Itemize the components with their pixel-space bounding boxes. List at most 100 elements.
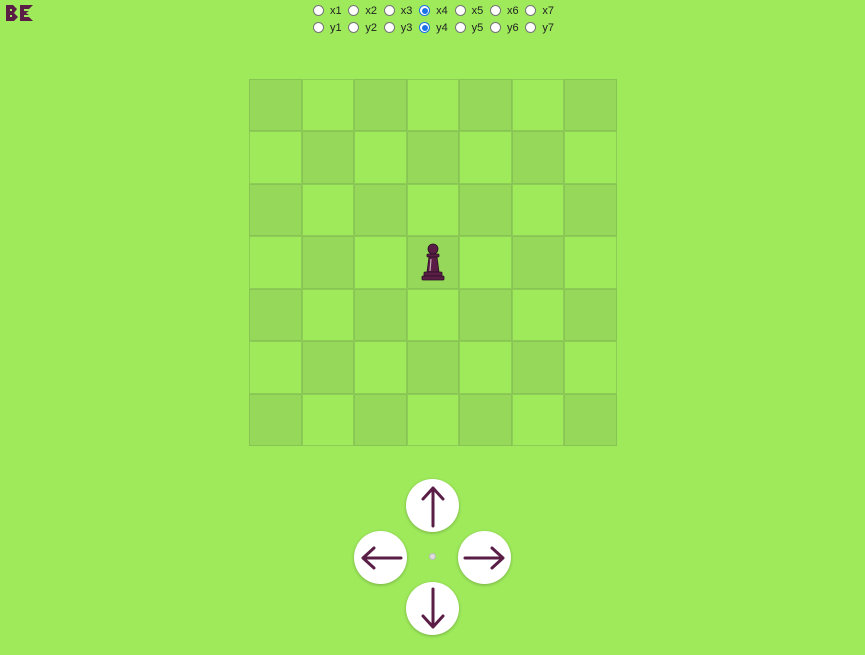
board-square-r3-c1 — [249, 183, 302, 237]
x-option-5[interactable]: x5 — [454, 4, 490, 17]
y-radio-label: y5 — [471, 21, 484, 34]
board-square-r4-c7 — [564, 236, 617, 289]
y-radio-7[interactable] — [525, 22, 537, 33]
arrow-left-icon — [361, 546, 402, 569]
board-square-r7-c5 — [459, 393, 512, 446]
board-square-r5-c2 — [301, 288, 355, 342]
y-radio-4[interactable] — [419, 22, 431, 33]
x-radio-label: x2 — [365, 4, 378, 17]
x-radio-3[interactable] — [383, 5, 395, 16]
board-square-r5-c3 — [354, 288, 407, 342]
y-radio-group: y1 y2 y3 y4 y5 y6 y7 — [313, 19, 561, 36]
x-radio-label: x1 — [330, 4, 342, 17]
board-square-r5-c1 — [249, 288, 302, 342]
board-square-r6-c5 — [459, 341, 512, 394]
board-square-r4-c1 — [249, 236, 302, 289]
board-square-r4-c6 — [511, 236, 565, 289]
y-option-2[interactable]: y2 — [348, 22, 383, 34]
board-square-r3-c5 — [459, 183, 512, 237]
board-square-r7-c2 — [301, 393, 355, 446]
board-square-r3-c2 — [301, 183, 355, 237]
y-radio-3[interactable] — [383, 22, 395, 33]
x-radio-6[interactable] — [489, 5, 501, 16]
board-square-r6-c1 — [249, 341, 302, 394]
x-radio-label: x5 — [471, 4, 484, 17]
board-square-r6-c6 — [511, 341, 565, 394]
board-square-r4-c4 — [406, 236, 460, 289]
y-option-7[interactable]: y7 — [525, 22, 560, 34]
board-square-r7-c4 — [406, 393, 460, 446]
x-radio-5[interactable] — [454, 5, 466, 16]
board-square-r2-c3 — [354, 131, 407, 184]
board-square-r1-c3 — [354, 79, 407, 132]
board-square-r4-c5 — [459, 236, 512, 289]
y-radio-label: y1 — [330, 21, 342, 34]
y-radio-label: y4 — [436, 21, 448, 34]
board-square-r7-c3 — [354, 393, 407, 446]
board-square-r1-c4 — [406, 79, 460, 132]
y-option-5[interactable]: y5 — [454, 21, 490, 34]
y-option-6[interactable]: y6 — [489, 21, 525, 34]
board-square-r3-c4 — [406, 183, 460, 237]
board-square-r2-c1 — [249, 131, 302, 184]
board-square-r4-c2 — [301, 236, 355, 289]
board-square-r6-c3 — [354, 341, 407, 394]
x-radio-1[interactable] — [313, 5, 324, 16]
board-square-r2-c7 — [564, 131, 617, 184]
pawn-icon — [421, 244, 445, 281]
x-radio-group: x1 x2 x3 x4 x5 x6 x7 — [313, 2, 561, 19]
board-square-r1-c7 — [564, 79, 617, 132]
move-left-button[interactable] — [354, 531, 407, 584]
board-square-r5-c4 — [406, 288, 460, 342]
y-option-1[interactable]: y1 — [313, 22, 348, 34]
y-radio-5[interactable] — [454, 22, 466, 33]
x-option-3[interactable]: x3 — [383, 4, 419, 17]
board-square-r5-c5 — [459, 288, 512, 342]
board-square-r6-c2 — [301, 341, 355, 394]
x-radio-4[interactable] — [419, 5, 431, 16]
arrow-down-icon — [421, 587, 444, 628]
x-radio-2[interactable] — [348, 5, 360, 16]
board-square-r6-c4 — [406, 341, 460, 394]
move-right-button[interactable] — [458, 531, 511, 584]
x-option-4[interactable]: x4 — [419, 5, 454, 17]
chess-board — [249, 79, 617, 446]
x-option-1[interactable]: x1 — [313, 5, 348, 17]
board-square-r5-c7 — [564, 288, 617, 342]
y-radio-label: y7 — [542, 21, 554, 34]
y-radio-label: y6 — [506, 21, 519, 34]
y-radio-6[interactable] — [489, 22, 501, 33]
x-option-6[interactable]: x6 — [489, 4, 525, 17]
board-square-r1-c1 — [249, 79, 302, 132]
center-dot — [429, 553, 436, 560]
board-square-r4-c3 — [354, 236, 407, 289]
x-radio-label: x4 — [436, 4, 448, 17]
move-down-button[interactable] — [406, 582, 459, 635]
board-square-r5-c6 — [511, 288, 565, 342]
board-square-r3-c6 — [511, 183, 565, 237]
y-radio-1[interactable] — [313, 22, 324, 33]
y-radio-2[interactable] — [348, 22, 360, 33]
board-square-r1-c2 — [301, 79, 355, 132]
x-radio-label: x6 — [506, 4, 519, 17]
x-radio-7[interactable] — [525, 5, 537, 16]
board-square-r2-c5 — [459, 131, 512, 184]
y-option-4[interactable]: y4 — [419, 22, 454, 34]
board-square-r2-c6 — [511, 131, 565, 184]
board-square-r7-c7 — [564, 393, 617, 446]
y-radio-label: y2 — [365, 21, 378, 34]
x-radio-label: x7 — [542, 4, 554, 17]
y-radio-label: y3 — [400, 21, 413, 34]
x-option-2[interactable]: x2 — [348, 5, 383, 17]
x-option-7[interactable]: x7 — [525, 5, 560, 17]
be-logo-icon — [6, 5, 33, 21]
board-square-r1-c6 — [511, 79, 565, 132]
board-square-r2-c4 — [406, 131, 460, 184]
y-option-3[interactable]: y3 — [383, 21, 419, 34]
arrow-up-icon — [421, 486, 444, 527]
x-radio-label: x3 — [400, 4, 413, 17]
logo — [6, 5, 33, 21]
move-up-button[interactable] — [406, 479, 459, 532]
board-square-r7-c6 — [511, 393, 565, 446]
board-square-r3-c7 — [564, 183, 617, 237]
